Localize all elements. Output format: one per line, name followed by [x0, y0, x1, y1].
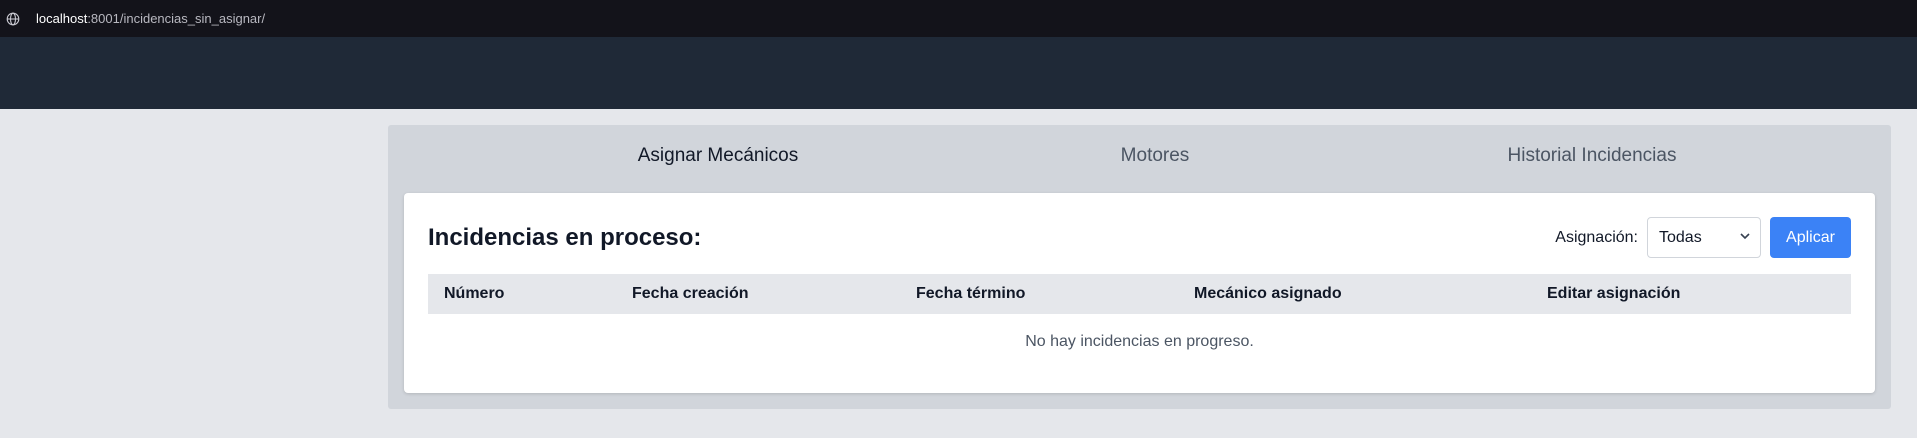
assignment-filter: Asignación: Todas Aplicar: [1555, 217, 1851, 258]
incidencias-card: Incidencias en proceso: Asignación: Toda…: [404, 193, 1875, 393]
top-navbar: [0, 37, 1917, 109]
chevron-down-icon: [1740, 232, 1750, 243]
table-header: Número Fecha creación Fecha término Mecá…: [428, 274, 1851, 314]
header-numero: Número: [444, 285, 505, 302]
select-value: Todas: [1659, 228, 1702, 246]
url-path: :8001/incidencias_sin_asignar/: [87, 11, 266, 26]
globe-icon: [6, 12, 20, 26]
assignment-select[interactable]: Todas: [1647, 217, 1761, 258]
url-host: localhost: [36, 11, 88, 26]
header-fecha-creacion: Fecha creación: [632, 285, 749, 302]
empty-message: No hay incidencias en progreso.: [1025, 333, 1254, 350]
header-editar-asignacion: Editar asignación: [1547, 285, 1681, 302]
apply-button[interactable]: Aplicar: [1770, 217, 1851, 258]
tab-bar: Asignar Mecánicos Motores Historial Inci…: [388, 125, 1891, 193]
main-panel: Asignar Mecánicos Motores Historial Inci…: [388, 125, 1891, 409]
header-mecanico-asignado: Mecánico asignado: [1194, 285, 1342, 302]
tab-asignar-mecanicos[interactable]: Asignar Mecánicos: [568, 125, 868, 187]
filter-label: Asignación:: [1555, 228, 1638, 246]
tab-motores[interactable]: Motores: [1005, 125, 1305, 187]
card-title: Incidencias en proceso:: [428, 224, 702, 251]
tab-historial-incidencias[interactable]: Historial Incidencias: [1442, 125, 1742, 187]
header-fecha-termino: Fecha término: [916, 285, 1026, 302]
browser-address-bar[interactable]: localhost:8001/incidencias_sin_asignar/: [0, 0, 1917, 37]
incidencias-table: Número Fecha creación Fecha término Mecá…: [428, 274, 1851, 370]
url-text[interactable]: localhost:8001/incidencias_sin_asignar/: [36, 11, 265, 26]
